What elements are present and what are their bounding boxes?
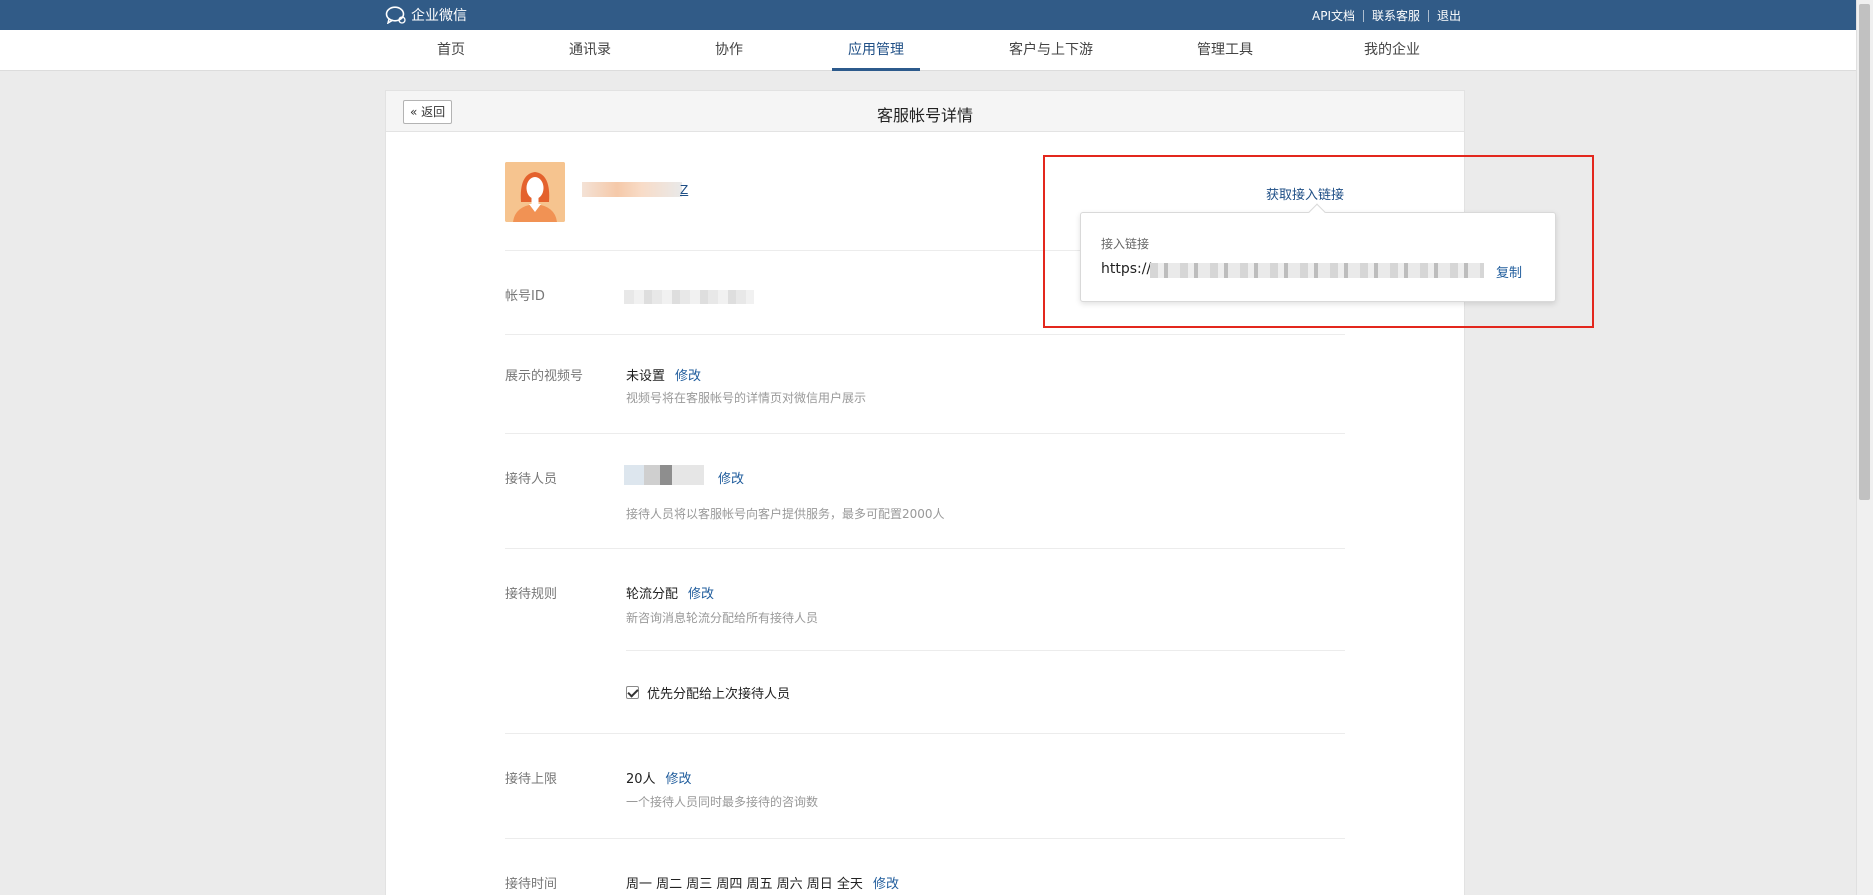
active-tab-indicator: [832, 68, 920, 71]
access-link-url: https://: [1101, 261, 1152, 277]
video-channel-label: 展示的视频号: [505, 369, 584, 384]
nav-item-my-enterprise[interactable]: 我的企业: [1344, 30, 1440, 71]
access-link-url-blurred: [1150, 263, 1484, 278]
top-bar: 企业微信 API文档 联系客服 退出: [0, 0, 1856, 30]
nav-item-customers[interactable]: 客户与上下游: [990, 30, 1112, 71]
schedule-label: 接待时间: [505, 877, 558, 892]
nav-item-contacts[interactable]: 通讯录: [548, 30, 632, 71]
avatar: [505, 162, 565, 222]
card-header: « 返回 客服帐号详情: [386, 91, 1464, 132]
contact-support-link[interactable]: 联系客服: [1372, 7, 1420, 24]
scrollbar-thumb[interactable]: [1859, 4, 1870, 500]
account-id-blurred: [624, 290, 754, 304]
receptionist-edit-wrap: 修改: [708, 468, 744, 487]
limit-value: 20人 修改: [626, 768, 692, 787]
main-nav: 首页 通讯录 协作 应用管理 客户与上下游 管理工具 我的企业: [0, 30, 1856, 71]
rules-label: 接待规则: [505, 587, 558, 602]
get-access-link-button[interactable]: 获取接入链接: [1266, 184, 1344, 203]
receptionist-label: 接待人员: [505, 472, 558, 487]
limit-current: 20人: [626, 772, 656, 787]
divider: [505, 838, 1345, 839]
priority-checkbox[interactable]: [626, 686, 639, 699]
divider: [505, 733, 1345, 734]
nav-item-home[interactable]: 首页: [418, 30, 484, 71]
avatar-woman-icon: [505, 162, 565, 222]
receptionist-hint: 接待人员将以客服帐号向客户提供服务，最多可配置2000人: [626, 507, 945, 521]
page-title: 客服帐号详情: [876, 106, 973, 125]
divider: [505, 548, 1345, 549]
nav-item-label: 应用管理: [848, 42, 904, 58]
nav-item-app-management[interactable]: 应用管理: [832, 30, 920, 71]
schedule-edit-link[interactable]: 修改: [873, 877, 899, 892]
video-channel-value: 未设置 修改: [626, 365, 701, 384]
limit-hint: 一个接待人员同时最多接待的咨询数: [626, 795, 819, 809]
account-name-edit[interactable]: Z: [680, 183, 688, 197]
rules-value: 轮流分配 修改: [626, 583, 714, 602]
logo[interactable]: 企业微信: [385, 5, 467, 25]
logout-link[interactable]: 退出: [1437, 7, 1461, 24]
nav-item-collaboration[interactable]: 协作: [696, 30, 762, 71]
limit-edit-link[interactable]: 修改: [666, 772, 692, 787]
account-name-blurred: [582, 182, 682, 197]
priority-label: 优先分配给上次接待人员: [647, 687, 791, 702]
video-channel-hint: 视频号将在客服帐号的详情页对微信用户展示: [626, 391, 867, 405]
nav-item-admin-tools[interactable]: 管理工具: [1180, 30, 1270, 71]
top-links: API文档 联系客服 退出: [1312, 7, 1461, 24]
copy-link-button[interactable]: 复制: [1496, 262, 1522, 281]
account-id-label: 帐号ID: [505, 289, 545, 304]
schedule-current: 周一 周二 周三 周四 周五 周六 周日 全天: [626, 877, 863, 892]
video-channel-status: 未设置: [626, 369, 666, 384]
access-link-popover: 接入链接 https:// 复制: [1080, 212, 1556, 302]
popover-title: 接入链接: [1101, 237, 1150, 251]
rules-edit-link[interactable]: 修改: [688, 587, 714, 602]
divider: [505, 433, 1345, 434]
api-docs-link[interactable]: API文档: [1312, 7, 1355, 24]
chat-bubble-icon: [385, 6, 406, 24]
separator: [1363, 9, 1364, 22]
limit-label: 接待上限: [505, 772, 558, 787]
divider: [505, 334, 1345, 335]
schedule-value: 周一 周二 周三 周四 周五 周六 周日 全天 修改: [626, 873, 899, 892]
video-channel-edit-link[interactable]: 修改: [675, 369, 701, 384]
receptionist-edit-link[interactable]: 修改: [718, 472, 744, 487]
priority-option[interactable]: 优先分配给上次接待人员: [626, 683, 790, 702]
separator: [1428, 9, 1430, 22]
rules-current: 轮流分配: [626, 587, 679, 602]
receptionist-avatar-blurred: [624, 465, 704, 485]
logo-text: 企业微信: [411, 8, 467, 24]
rules-hint: 新咨询消息轮流分配给所有接待人员: [626, 611, 819, 625]
divider: [626, 650, 1345, 651]
